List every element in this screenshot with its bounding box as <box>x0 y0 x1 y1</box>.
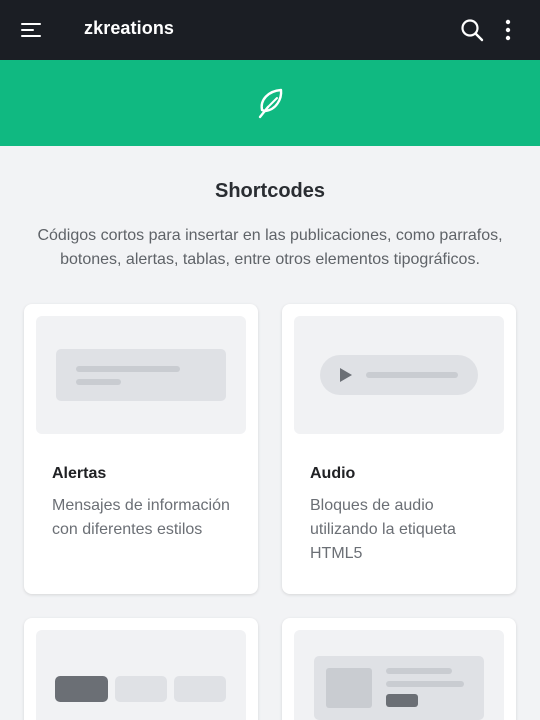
search-icon[interactable] <box>460 18 484 42</box>
audio-player-illustration <box>294 316 504 434</box>
card-title: Alertas <box>52 465 107 482</box>
card-tarjetas[interactable] <box>282 618 516 720</box>
card-alertas[interactable]: Alertas Mensajes de información con dife… <box>24 304 258 594</box>
top-app-bar: zkreations <box>0 0 540 60</box>
more-vertical-icon[interactable] <box>498 18 518 42</box>
section-description: Códigos cortos para insertar en las publ… <box>37 227 503 268</box>
card-illustration <box>294 630 504 720</box>
hero-banner <box>0 60 540 146</box>
alert-illustration <box>36 316 246 434</box>
feather-icon <box>258 88 283 119</box>
card-description: Mensajes de información con diferentes e… <box>52 497 230 538</box>
menu-icon[interactable] <box>21 21 43 39</box>
card-audio[interactable]: Audio Bloques de audio utilizando la eti… <box>282 304 516 594</box>
button-group-illustration <box>36 630 246 720</box>
card-title: Audio <box>310 465 356 482</box>
site-title[interactable]: zkreations <box>84 18 174 39</box>
card-botones[interactable] <box>24 618 258 720</box>
card-description: Bloques de audio utilizando la etiqueta … <box>310 497 456 562</box>
section-title: Shortcodes <box>214 180 326 202</box>
